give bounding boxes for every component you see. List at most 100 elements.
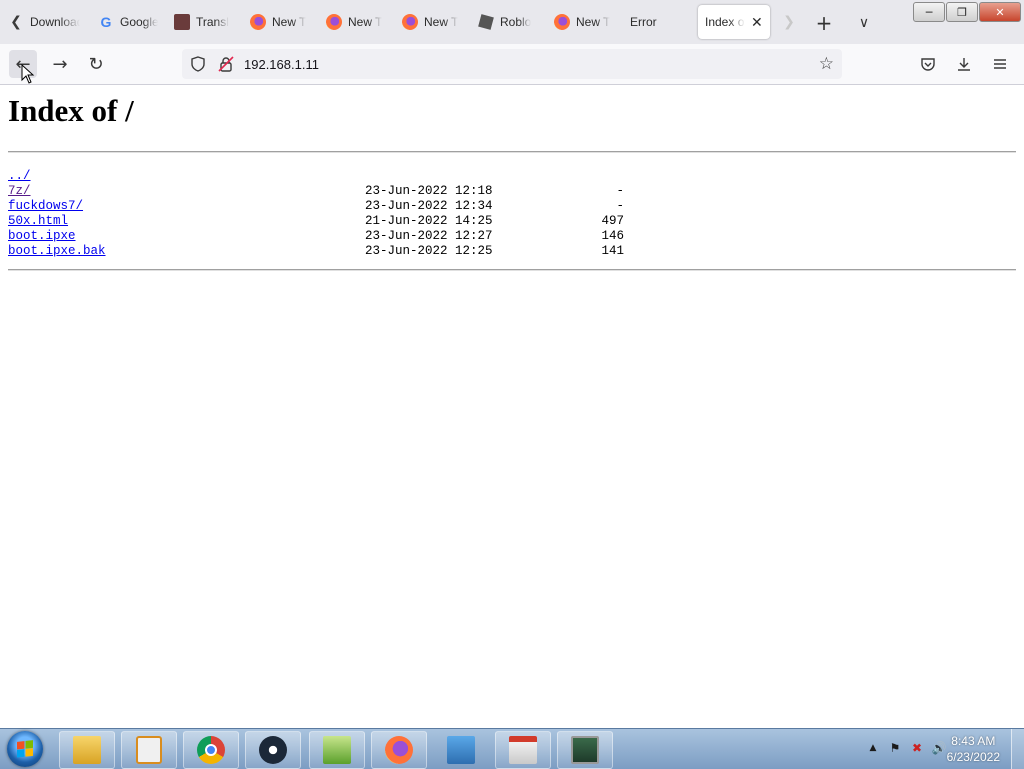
firefox-icon: [554, 14, 570, 30]
firefox-icon: [326, 14, 342, 30]
list-item: fuckdows7/ 23-Jun-2022 12:34 -: [8, 199, 648, 214]
reload-icon[interactable]: ↻: [82, 50, 110, 78]
network-icon: [447, 736, 475, 764]
list-item: 50x.html 21-Jun-2022 14:25 497: [8, 214, 648, 229]
entry-link[interactable]: ../: [8, 169, 31, 184]
entry-size: 141: [601, 244, 624, 258]
start-button[interactable]: [7, 731, 43, 767]
tab-index-of[interactable]: Index of ✕: [698, 5, 770, 39]
downloads-icon[interactable]: [950, 50, 978, 78]
taskbar-usb-tool[interactable]: [495, 731, 551, 769]
entry-size: 497: [601, 214, 624, 228]
entry-link[interactable]: boot.ipxe: [8, 229, 76, 244]
pocket-icon[interactable]: [914, 50, 942, 78]
tab-label: Index of: [705, 15, 745, 29]
usb-tool-icon: [509, 736, 537, 764]
tab-label: Error: [630, 15, 657, 29]
tab-new-tab-3[interactable]: New T: [402, 5, 458, 39]
media-player-icon: [136, 736, 162, 764]
taskbar-chrome[interactable]: [183, 731, 239, 769]
google-icon: G: [100, 14, 112, 30]
entry-size: -: [616, 199, 624, 213]
tab-new-tab-4[interactable]: New T: [554, 5, 610, 39]
url-text: 192.168.1.11: [244, 56, 319, 72]
list-item: ../: [8, 169, 648, 184]
taskbar-firefox[interactable]: [371, 731, 427, 769]
firefox-icon: [385, 736, 413, 764]
close-tab-icon[interactable]: ✕: [751, 14, 763, 31]
tab-translate[interactable]: Transl: [174, 5, 232, 39]
translate-icon: [174, 14, 190, 30]
forward-arrow-icon[interactable]: →: [46, 50, 74, 78]
address-bar[interactable]: 192.168.1.11 ☆: [182, 49, 842, 79]
directory-listing: ../ 7z/ 23-Jun-2022 12:18 - fuckdows7/ 2…: [8, 169, 648, 259]
taskbar-notepad-plus-plus[interactable]: [309, 731, 365, 769]
windows-explorer-icon: [73, 736, 101, 764]
tab-error[interactable]: Error: [630, 5, 680, 39]
taskbar: ▲ ⚑ ✖ 🔊 8:43 AM 6/23/2022: [0, 728, 1024, 769]
entry-link[interactable]: 50x.html: [8, 214, 68, 229]
clock-date: 6/23/2022: [946, 750, 1000, 764]
network-disconnected-icon[interactable]: ✖: [910, 741, 924, 755]
list-all-tabs-chevron-icon[interactable]: ∨: [852, 12, 876, 34]
roblox-icon: [478, 14, 494, 30]
chrome-icon: [197, 736, 225, 764]
entry-date: 23-Jun-2022 12:18: [365, 184, 493, 198]
tracking-protection-shield-icon[interactable]: [190, 56, 206, 72]
firefox-icon: [402, 14, 418, 30]
bookmark-star-icon[interactable]: ☆: [819, 54, 834, 74]
entry-date: 23-Jun-2022 12:27: [365, 229, 493, 243]
page-title: Index of /: [8, 93, 134, 128]
tab-roblox[interactable]: Roblo: [478, 5, 534, 39]
taskbar-steam[interactable]: [245, 731, 301, 769]
action-center-icon[interactable]: ⚑: [888, 741, 902, 755]
tab-label: Google: [120, 15, 158, 29]
entry-link[interactable]: fuckdows7/: [8, 199, 83, 214]
tab-strip: ❮ Download G Google Transl New T New T N…: [0, 0, 1024, 44]
scroll-tabs-right-icon[interactable]: ❯: [778, 9, 800, 35]
tab-download[interactable]: Download: [30, 5, 80, 39]
clock-time: 8:43 AM: [951, 734, 996, 748]
minimize-icon[interactable]: ─: [913, 2, 945, 22]
tab-label: New T: [348, 15, 382, 29]
entry-size: -: [616, 184, 624, 198]
tab-new-tab-1[interactable]: New T: [250, 5, 306, 39]
tab-label: Transl: [196, 15, 229, 29]
close-window-icon[interactable]: ✕: [979, 2, 1021, 22]
new-tab-plus-icon[interactable]: +: [812, 11, 836, 35]
scroll-tabs-left-icon[interactable]: ❮: [5, 9, 27, 35]
list-item: boot.ipxe.bak 23-Jun-2022 12:25 141: [8, 244, 648, 259]
system-tray: ▲ ⚑ ✖ 🔊 8:43 AM 6/23/2022: [844, 729, 1024, 769]
list-item: 7z/ 23-Jun-2022 12:18 -: [8, 184, 648, 199]
tab-label: Download: [30, 15, 80, 29]
tab-google[interactable]: G Google: [98, 5, 158, 39]
page-content: Index of / ../ 7z/ 23-Jun-2022 12:18 - f…: [0, 85, 1024, 728]
entry-date: 21-Jun-2022 14:25: [365, 214, 493, 228]
navigation-toolbar: ← → ↻ 192.168.1.11 ☆: [0, 44, 1024, 85]
show-hidden-icons-icon[interactable]: ▲: [866, 741, 880, 755]
divider-top: [8, 151, 1016, 153]
monitor-icon: [571, 736, 599, 764]
system-clock[interactable]: 8:43 AM 6/23/2022: [947, 733, 1000, 765]
hamburger-menu-icon[interactable]: [986, 50, 1014, 78]
window-controls: ─ ❐ ✕: [913, 2, 1021, 22]
insecure-lock-icon[interactable]: [218, 56, 234, 72]
entry-link[interactable]: 7z/: [8, 184, 31, 199]
taskbar-network-tool[interactable]: [433, 731, 489, 769]
tab-label: Roblo: [500, 15, 532, 29]
notepad-plus-plus-icon: [323, 736, 351, 764]
windows-logo-icon: [17, 740, 33, 758]
taskbar-media-player[interactable]: [121, 731, 177, 769]
taskbar-explorer[interactable]: [59, 731, 115, 769]
show-desktop-button[interactable]: [1011, 729, 1024, 769]
volume-icon[interactable]: 🔊: [932, 741, 947, 755]
firefox-icon: [250, 14, 266, 30]
restore-icon[interactable]: ❐: [946, 2, 978, 22]
tab-label: New T: [272, 15, 306, 29]
tab-label: New T: [576, 15, 610, 29]
taskbar-monitor-app[interactable]: [557, 731, 613, 769]
tab-new-tab-2[interactable]: New T: [326, 5, 382, 39]
tab-label: New T: [424, 15, 458, 29]
steam-icon: [259, 736, 287, 764]
entry-link[interactable]: boot.ipxe.bak: [8, 244, 106, 259]
